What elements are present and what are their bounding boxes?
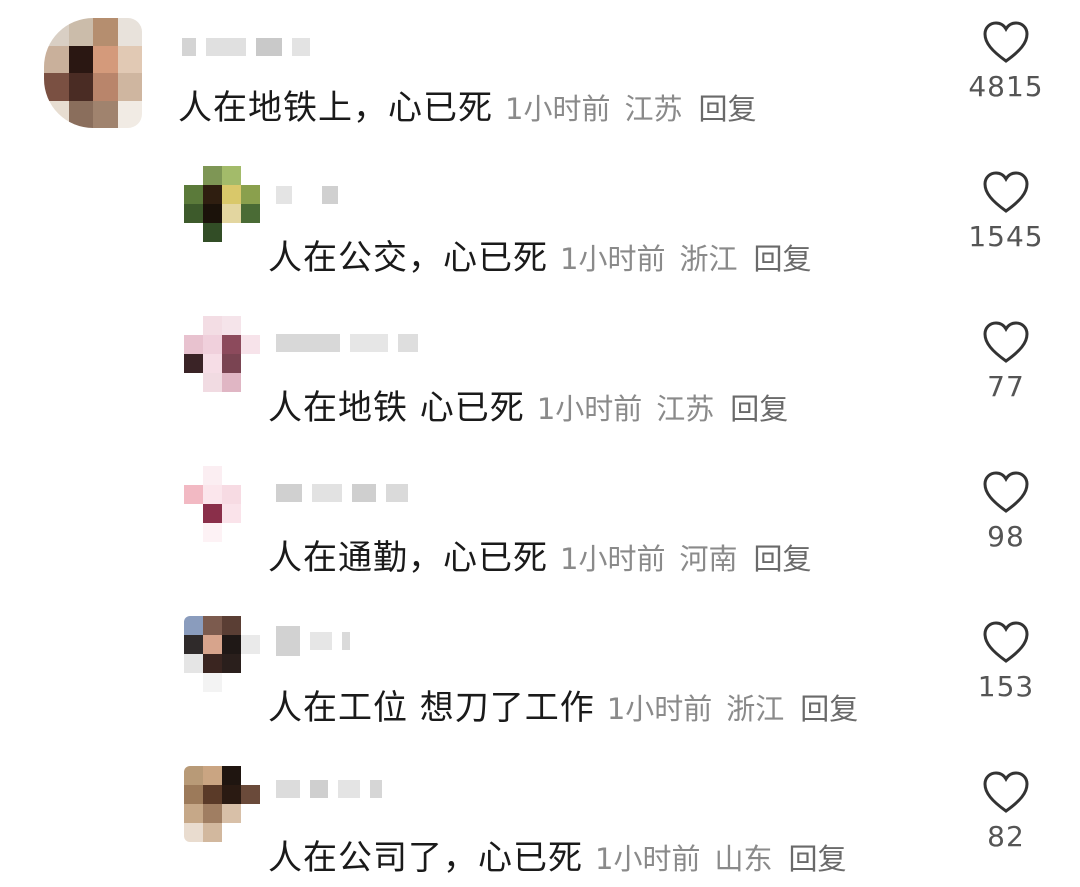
comment-text: 人在地铁上，心已死 <box>178 88 493 128</box>
reply-button[interactable]: 回复 <box>730 386 788 428</box>
comment-time: 1小时前 <box>505 92 611 126</box>
comment-body: 人在工位 想刀了工作 1小时前 浙江 回复 <box>268 680 858 729</box>
username-blurred[interactable] <box>276 778 382 800</box>
reply-button[interactable]: 回复 <box>753 536 811 578</box>
like-count: 82 <box>987 820 1025 853</box>
like-button[interactable]: 153 <box>966 620 1046 703</box>
reply-button[interactable]: 回复 <box>788 836 846 878</box>
comment-time: 1小时前 <box>606 692 713 726</box>
like-count: 1545 <box>968 220 1044 253</box>
like-count: 153 <box>977 670 1035 703</box>
like-button[interactable]: 82 <box>966 770 1046 853</box>
comment-location: 山东 <box>714 842 773 876</box>
comment-body: 人在公司了，心已死 1小时前 山东 回复 <box>268 830 846 879</box>
comment-body: 人在地铁 心已死 1小时前 江苏 回复 <box>268 380 788 429</box>
comment-time: 1小时前 <box>536 392 643 426</box>
comment-location: 河南 <box>679 542 738 576</box>
heart-outline-icon <box>983 471 1029 513</box>
heart-outline-icon <box>983 171 1029 213</box>
like-count: 4815 <box>968 70 1044 103</box>
comment-body: 人在地铁上，心已死 1小时前 江苏 回复 <box>178 80 756 129</box>
like-count: 98 <box>987 520 1025 553</box>
comment-text: 人在地铁 心已死 <box>268 388 525 428</box>
reply-button[interactable]: 回复 <box>800 686 858 728</box>
comment-location: 江苏 <box>656 392 715 426</box>
comment-text: 人在工位 想刀了工作 <box>268 688 595 728</box>
comment-time: 1小时前 <box>560 242 666 276</box>
username-blurred[interactable] <box>276 482 408 504</box>
reply-button[interactable]: 回复 <box>698 86 756 128</box>
username-blurred[interactable] <box>276 184 338 206</box>
comment-text: 人在公交，心已死 <box>268 238 548 278</box>
like-count: 77 <box>987 370 1025 403</box>
like-button[interactable]: 1545 <box>966 170 1046 253</box>
like-button[interactable]: 98 <box>966 470 1046 553</box>
heart-outline-icon <box>983 321 1029 363</box>
avatar[interactable] <box>184 616 260 692</box>
comment-time: 1小时前 <box>595 842 701 876</box>
comment-text: 人在通勤，心已死 <box>268 538 548 578</box>
comment-location: 浙江 <box>679 242 738 276</box>
avatar[interactable] <box>184 166 260 242</box>
avatar[interactable] <box>184 466 260 542</box>
comment-body: 人在公交，心已死 1小时前 浙江 回复 <box>268 230 811 279</box>
avatar[interactable] <box>184 766 260 842</box>
comment-location: 江苏 <box>624 92 683 126</box>
like-button[interactable]: 4815 <box>966 20 1046 103</box>
comment-time: 1小时前 <box>560 542 666 576</box>
heart-outline-icon <box>983 621 1029 663</box>
like-button[interactable]: 77 <box>966 320 1046 403</box>
avatar[interactable] <box>184 316 260 392</box>
comment-location: 浙江 <box>726 692 785 726</box>
comment-text: 人在公司了，心已死 <box>268 838 583 878</box>
avatar[interactable] <box>44 18 142 128</box>
username-blurred[interactable] <box>276 626 350 656</box>
reply-button[interactable]: 回复 <box>753 236 811 278</box>
username-blurred[interactable] <box>276 332 418 354</box>
heart-outline-icon <box>983 771 1029 813</box>
comment-body: 人在通勤，心已死 1小时前 河南 回复 <box>268 530 811 579</box>
username-blurred[interactable] <box>182 36 310 58</box>
heart-outline-icon <box>983 21 1029 63</box>
